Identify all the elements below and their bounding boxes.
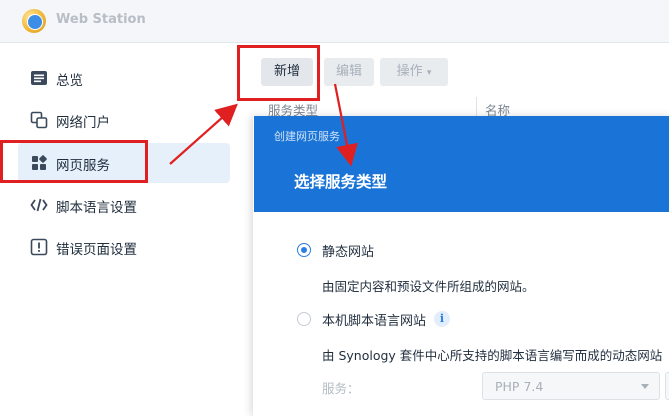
service-select[interactable]: PHP 7.4 xyxy=(482,372,660,400)
highlight-box-add-button xyxy=(237,45,320,101)
operations-label: 操作 xyxy=(396,64,423,79)
sidebar-item-web-portal[interactable]: 网络门户 xyxy=(18,100,230,140)
operations-button[interactable]: 操作 ▾ xyxy=(380,58,448,86)
column-divider xyxy=(476,97,477,117)
static-site-description: 由固定内容和预设文件所组成的网站。 xyxy=(322,279,535,294)
static-site-label[interactable]: 静态网站 xyxy=(322,241,374,260)
edit-button[interactable]: 编辑 xyxy=(324,58,374,86)
chevron-down-icon xyxy=(641,384,649,389)
code-icon xyxy=(30,198,48,212)
sidebar-item-label: 脚本语言设置 xyxy=(56,200,137,216)
static-site-radio[interactable] xyxy=(297,243,311,257)
sidebar-item-label: 网络门户 xyxy=(56,115,110,131)
title-bar: Web Station xyxy=(0,0,669,43)
sidebar-item-label: 总览 xyxy=(56,73,83,89)
dialog-title: 选择服务类型 xyxy=(294,173,388,191)
sidebar-item-error-page[interactable]: 错误页面设置 xyxy=(18,227,230,267)
sidebar-item-label: 错误页面设置 xyxy=(56,242,137,258)
service-label: 服务： xyxy=(322,381,360,396)
info-icon[interactable]: i xyxy=(434,311,450,327)
secondary-select[interactable] xyxy=(665,372,669,400)
sidebar-item-overview[interactable]: 总览 xyxy=(18,58,230,98)
error-page-icon xyxy=(30,238,48,256)
chevron-down-icon: ▾ xyxy=(426,68,432,78)
highlight-box-web-service xyxy=(0,140,148,183)
script-site-radio[interactable] xyxy=(297,312,311,326)
script-site-description: 由 Synology 套件中心所支持的脚本语言编写而成的动态网站 xyxy=(322,348,663,363)
script-site-label[interactable]: 本机脚本语言网站 xyxy=(322,310,426,329)
dialog-header: 创建网页服务 选择服务类型 xyxy=(254,116,669,212)
sidebar: 总览 网络门户 网页服务 脚本语言设置 错误页面设置 xyxy=(0,43,246,407)
sidebar-item-script-language[interactable]: 脚本语言设置 xyxy=(18,185,230,225)
window-title: Web Station xyxy=(56,12,146,27)
dialog-body: 静态网站 由固定内容和预设文件所组成的网站。 本机脚本语言网站 i 由 Syno… xyxy=(254,212,669,407)
overview-icon xyxy=(31,71,47,85)
web-station-icon xyxy=(22,9,46,33)
web-portal-icon xyxy=(30,111,48,129)
service-select-value: PHP 7.4 xyxy=(495,379,544,394)
dialog-subtitle: 创建网页服务 xyxy=(274,130,340,143)
